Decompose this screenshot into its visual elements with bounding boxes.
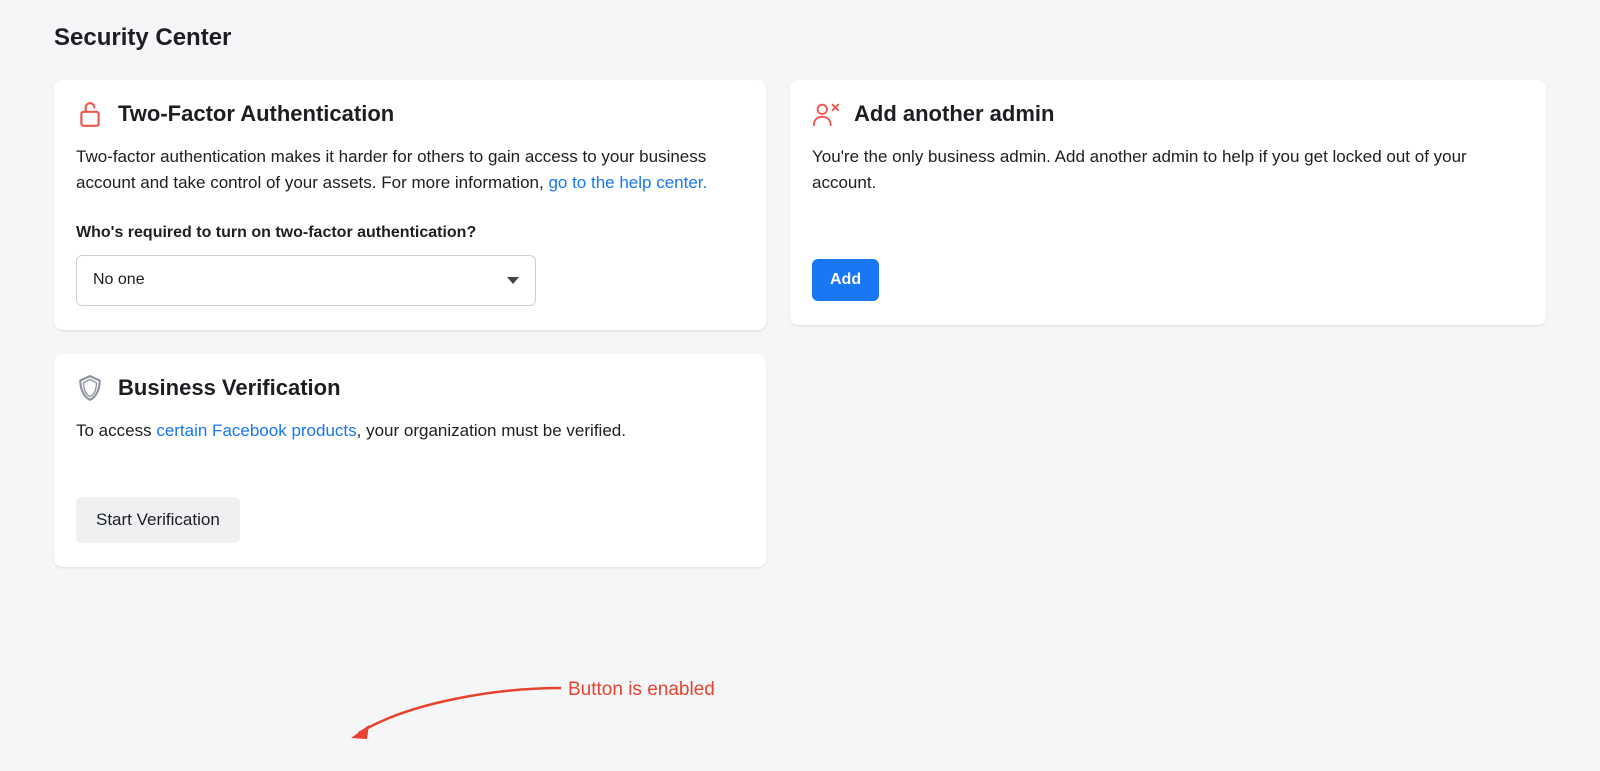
add-admin-button[interactable]: Add bbox=[812, 259, 879, 301]
verification-card: Business Verification To access certain … bbox=[54, 354, 766, 566]
unlock-icon bbox=[76, 100, 104, 128]
facebook-products-link[interactable]: certain Facebook products bbox=[156, 421, 356, 440]
content-grid: Two-Factor Authentication Two-factor aut… bbox=[54, 80, 1546, 567]
annotation-arrow-icon bbox=[351, 683, 566, 741]
twofa-select-value: No one bbox=[93, 268, 145, 293]
help-center-link[interactable]: go to the help center. bbox=[548, 173, 707, 192]
admin-body: You're the only business admin. Add anot… bbox=[812, 144, 1524, 301]
page-title: Security Center bbox=[54, 24, 1546, 52]
twofa-title: Two-Factor Authentication bbox=[118, 101, 394, 127]
verification-body: To access certain Facebook products, you… bbox=[76, 418, 744, 542]
twofa-requirement-select[interactable]: No one bbox=[76, 255, 536, 306]
verification-body-suffix: , your organization must be verified. bbox=[357, 421, 626, 440]
chevron-down-icon bbox=[507, 277, 519, 284]
left-column: Two-Factor Authentication Two-factor aut… bbox=[54, 80, 766, 567]
admin-card: Add another admin You're the only busine… bbox=[790, 80, 1546, 325]
admin-header: Add another admin bbox=[812, 100, 1524, 128]
twofa-card: Two-Factor Authentication Two-factor aut… bbox=[54, 80, 766, 330]
admin-body-text: You're the only business admin. Add anot… bbox=[812, 144, 1524, 197]
admin-title: Add another admin bbox=[854, 101, 1054, 127]
right-column: Add another admin You're the only busine… bbox=[790, 80, 1546, 325]
user-x-icon bbox=[812, 100, 840, 128]
verification-title: Business Verification bbox=[118, 375, 341, 401]
verification-header: Business Verification bbox=[76, 374, 744, 402]
twofa-who-label: Who's required to turn on two-factor aut… bbox=[76, 221, 744, 246]
shield-icon bbox=[76, 374, 104, 402]
twofa-header: Two-Factor Authentication bbox=[76, 100, 744, 128]
twofa-body: Two-factor authentication makes it harde… bbox=[76, 144, 744, 306]
annotation-text: Button is enabled bbox=[568, 679, 715, 701]
start-verification-button[interactable]: Start Verification bbox=[76, 497, 240, 543]
verification-body-prefix: To access bbox=[76, 421, 156, 440]
